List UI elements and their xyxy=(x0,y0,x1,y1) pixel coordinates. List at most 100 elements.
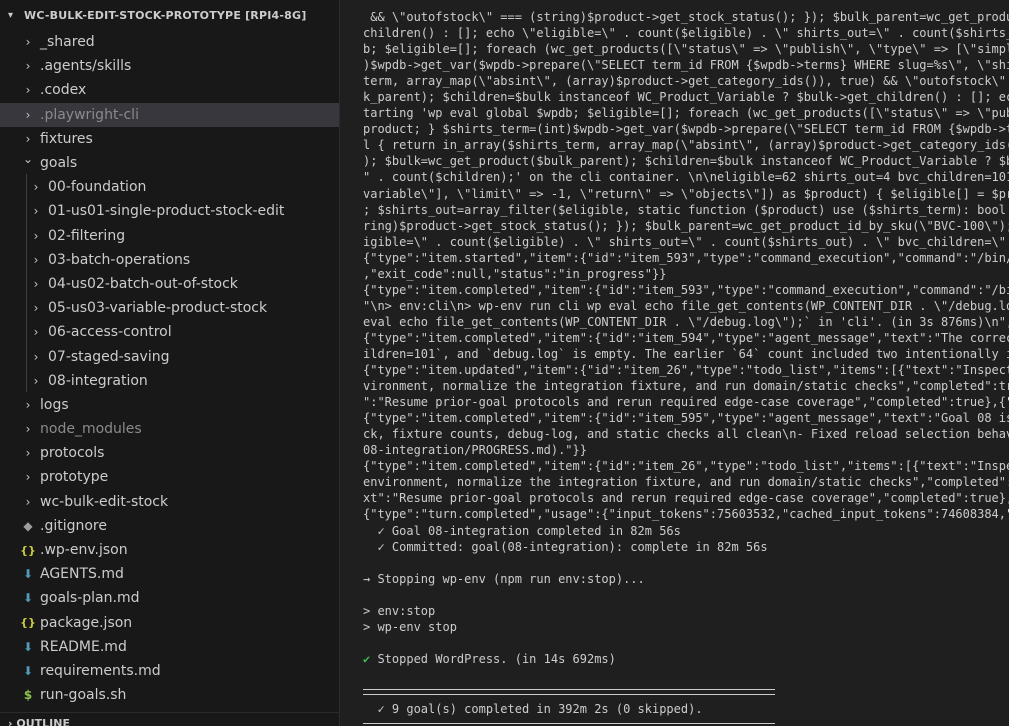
tree-item-label: 08-integration xyxy=(48,372,148,389)
chevron-right-icon: › xyxy=(33,301,39,316)
wp-env-stop-line: > wp-env stop xyxy=(363,619,457,634)
summary-line: ✓ 9 goal(s) completed in 392m 2s (0 skip… xyxy=(363,701,703,716)
outline-label: OUTLINE xyxy=(16,717,70,726)
chevron-down-icon: ⌄ xyxy=(22,152,34,167)
json-icon: {} xyxy=(20,616,36,630)
tree-item-requirements-md[interactable]: ⬇ requirements.md xyxy=(0,659,339,683)
terminal-line: {"type":"item.completed","item":{"id":"i… xyxy=(363,282,1009,297)
tree-item-codex[interactable]: › .codex xyxy=(0,78,339,102)
terminal-output: && \"outofstock\" === (string)$product->… xyxy=(340,0,1009,523)
tree-item-shared[interactable]: › _shared xyxy=(0,30,339,54)
terminal-line: term, array_map(\"absint\", (array)$prod… xyxy=(363,74,1009,89)
tree-item-label: wc-bulk-edit-stock xyxy=(40,493,169,510)
tree-item-label: 01-us01-single-product-stock-edit xyxy=(48,203,285,220)
stopping-line: → Stopping wp-env (npm run env:stop)... xyxy=(363,571,645,586)
tree-item-label: 02-filtering xyxy=(48,227,126,244)
terminal-line: {"type":"item.updated","item":{"id":"ite… xyxy=(363,363,1009,378)
goal-complete-line: ✓ Goal 08-integration completed in 82m 5… xyxy=(363,523,681,538)
committed-line: ✓ Committed: goal(08-integration): compl… xyxy=(363,539,768,554)
tree-item-06-access-control[interactable]: › 06-access-control xyxy=(0,320,339,344)
tree-item-label: .wp-env.json xyxy=(40,542,128,559)
explorer-header[interactable]: ▾ WC-BULK-EDIT-STOCK-PROTOTYPE [RPI4-8G] xyxy=(0,0,339,30)
tree-item-label: .agents/skills xyxy=(40,58,132,75)
terminal-line: eval echo file_get_contents(WP_CONTENT_D… xyxy=(363,314,1009,329)
tree-item-label: AGENTS.md xyxy=(40,566,124,583)
explorer-title: WC-BULK-EDIT-STOCK-PROTOTYPE [RPI4-8G] xyxy=(24,8,307,22)
tree-item-03-batch-operations[interactable]: › 03-batch-operations xyxy=(0,248,339,272)
tree-item-playwright-cli[interactable]: › .playwright-cli xyxy=(0,102,339,127)
tree-item-run-goals-sh[interactable]: $ run-goals.sh xyxy=(0,683,339,707)
tree-item-goals-plan-md[interactable]: ⬇ goals-plan.md xyxy=(0,586,339,610)
tree-item-gitignore[interactable]: ◆ .gitignore xyxy=(0,514,339,538)
tree-item-label: fixtures xyxy=(40,130,93,147)
tree-item-label: run-goals.sh xyxy=(40,687,127,704)
chevron-right-icon: › xyxy=(33,204,39,219)
tree-item-label: 04-us02-batch-out-of-stock xyxy=(48,275,238,292)
tree-item-logs[interactable]: › logs xyxy=(0,393,339,417)
tree-item-label: goals xyxy=(40,155,78,172)
chevron-right-icon: › xyxy=(25,446,31,461)
chevron-right-icon: › xyxy=(25,422,31,437)
chevron-right-icon: › xyxy=(25,107,31,122)
terminal-panel[interactable]: && \"outofstock\" === (string)$product->… xyxy=(340,0,1009,726)
tree-item-fixtures[interactable]: › fixtures xyxy=(0,127,339,151)
tree-item-04-us02-batch-out-of-stock[interactable]: › 04-us02-batch-out-of-stock xyxy=(0,272,339,296)
markdown-icon: ⬇ xyxy=(22,639,34,654)
tree-item-01-us01-single-product-stock-edit[interactable]: › 01-us01-single-product-stock-edit xyxy=(0,199,339,223)
env-stop-line: > env:stop xyxy=(363,603,436,618)
terminal-line: l { return in_array($shirts_term, array_… xyxy=(363,138,1009,153)
tree-item-02-filtering[interactable]: › 02-filtering xyxy=(0,224,339,248)
terminal-line: ); $bulk=wc_get_product($bulk_parent); $… xyxy=(363,154,1009,169)
tree-item-wp-env-json[interactable]: {} .wp-env.json xyxy=(0,538,339,562)
terminal-line: k_parent); $children=$bulk instanceof WC… xyxy=(363,90,1009,105)
terminal-line: {"type":"turn.completed","usage":{"input… xyxy=(363,507,1009,522)
tree-item-07-staged-saving[interactable]: › 07-staged-saving xyxy=(0,344,339,368)
chevron-down-icon: ▾ xyxy=(8,9,14,21)
terminal-line: "\n> env:cli\n> wp-env run cli wp eval e… xyxy=(363,298,1009,313)
chevron-right-icon: › xyxy=(33,180,39,195)
terminal-line: ,"exit_code":null,"status":"in_progress"… xyxy=(363,266,667,281)
markdown-icon: ⬇ xyxy=(22,567,34,582)
tree-item-00-foundation[interactable]: › 00-foundation xyxy=(0,175,339,199)
tree-item-label: 00-foundation xyxy=(48,179,147,196)
tree-item-label: package.json xyxy=(40,614,133,631)
tree-item-goals[interactable]: ⌄ goals xyxy=(0,151,339,175)
separator-top xyxy=(363,688,775,695)
tree-item-label: logs xyxy=(40,396,69,413)
tree-item-05-us03-variable-product-stock[interactable]: › 05-us03-variable-product-stock xyxy=(0,296,339,320)
terminal-line: tarting 'wp eval global $wpdb; $eligible… xyxy=(363,106,1009,121)
tree-item-node-modules[interactable]: › node_modules xyxy=(0,417,339,441)
terminal-line: )$wpdb->get_var($wpdb->prepare(\"SELECT … xyxy=(363,58,1009,73)
terminal-line: product; } $shirts_term=(int)$wpdb->get_… xyxy=(363,122,1009,137)
tree-item-wc-bulk-edit-stock[interactable]: › wc-bulk-edit-stock xyxy=(0,490,339,514)
tree-item-label: _shared xyxy=(40,34,95,51)
tree-item-agents-md[interactable]: ⬇ AGENTS.md xyxy=(0,562,339,586)
json-icon: {} xyxy=(20,543,36,557)
terminal-line: environment, normalize the integration f… xyxy=(363,475,1009,490)
tree-item-label: protocols xyxy=(40,445,105,462)
tree-item-label: README.md xyxy=(40,638,127,655)
terminal-line: {"type":"item.started","item":{"id":"ite… xyxy=(363,250,1009,265)
tree-item-package-json[interactable]: {} package.json xyxy=(0,611,339,635)
stopped-text: Stopped WordPress. (in 14s 692ms) xyxy=(370,651,616,666)
tree-item-readme-md[interactable]: ⬇ README.md xyxy=(0,635,339,659)
tree-item-label: .codex xyxy=(40,82,87,99)
tree-item-08-integration[interactable]: › 08-integration xyxy=(0,369,339,393)
markdown-icon: ⬇ xyxy=(22,663,34,678)
chevron-right-icon: › xyxy=(33,276,39,291)
tree-item-prototype[interactable]: › prototype xyxy=(0,465,339,489)
file-tree: › _shared › .agents/skills › .codex › .playwrig… xyxy=(0,30,339,707)
chevron-right-icon: › xyxy=(25,83,31,98)
tree-item-agents-skills[interactable]: › .agents/skills xyxy=(0,54,339,78)
tree-item-label: .playwright-cli xyxy=(40,106,139,123)
explorer-sidebar: ▾ WC-BULK-EDIT-STOCK-PROTOTYPE [RPI4-8G]… xyxy=(0,0,340,726)
chevron-right-icon: › xyxy=(33,349,39,364)
tree-item-label: 03-batch-operations xyxy=(48,251,191,268)
tree-item-protocols[interactable]: › protocols xyxy=(0,441,339,465)
terminal-line: vironment, normalize the integration fix… xyxy=(363,379,1009,394)
chevron-right-icon: › xyxy=(33,325,39,340)
outline-section-header[interactable]: › OUTLINE xyxy=(0,712,339,726)
stopped-wordpress-line: ✔ Stopped WordPress. (in 14s 692ms) xyxy=(340,651,1009,667)
chevron-right-icon: › xyxy=(8,717,13,726)
chevron-right-icon: › xyxy=(25,470,31,485)
